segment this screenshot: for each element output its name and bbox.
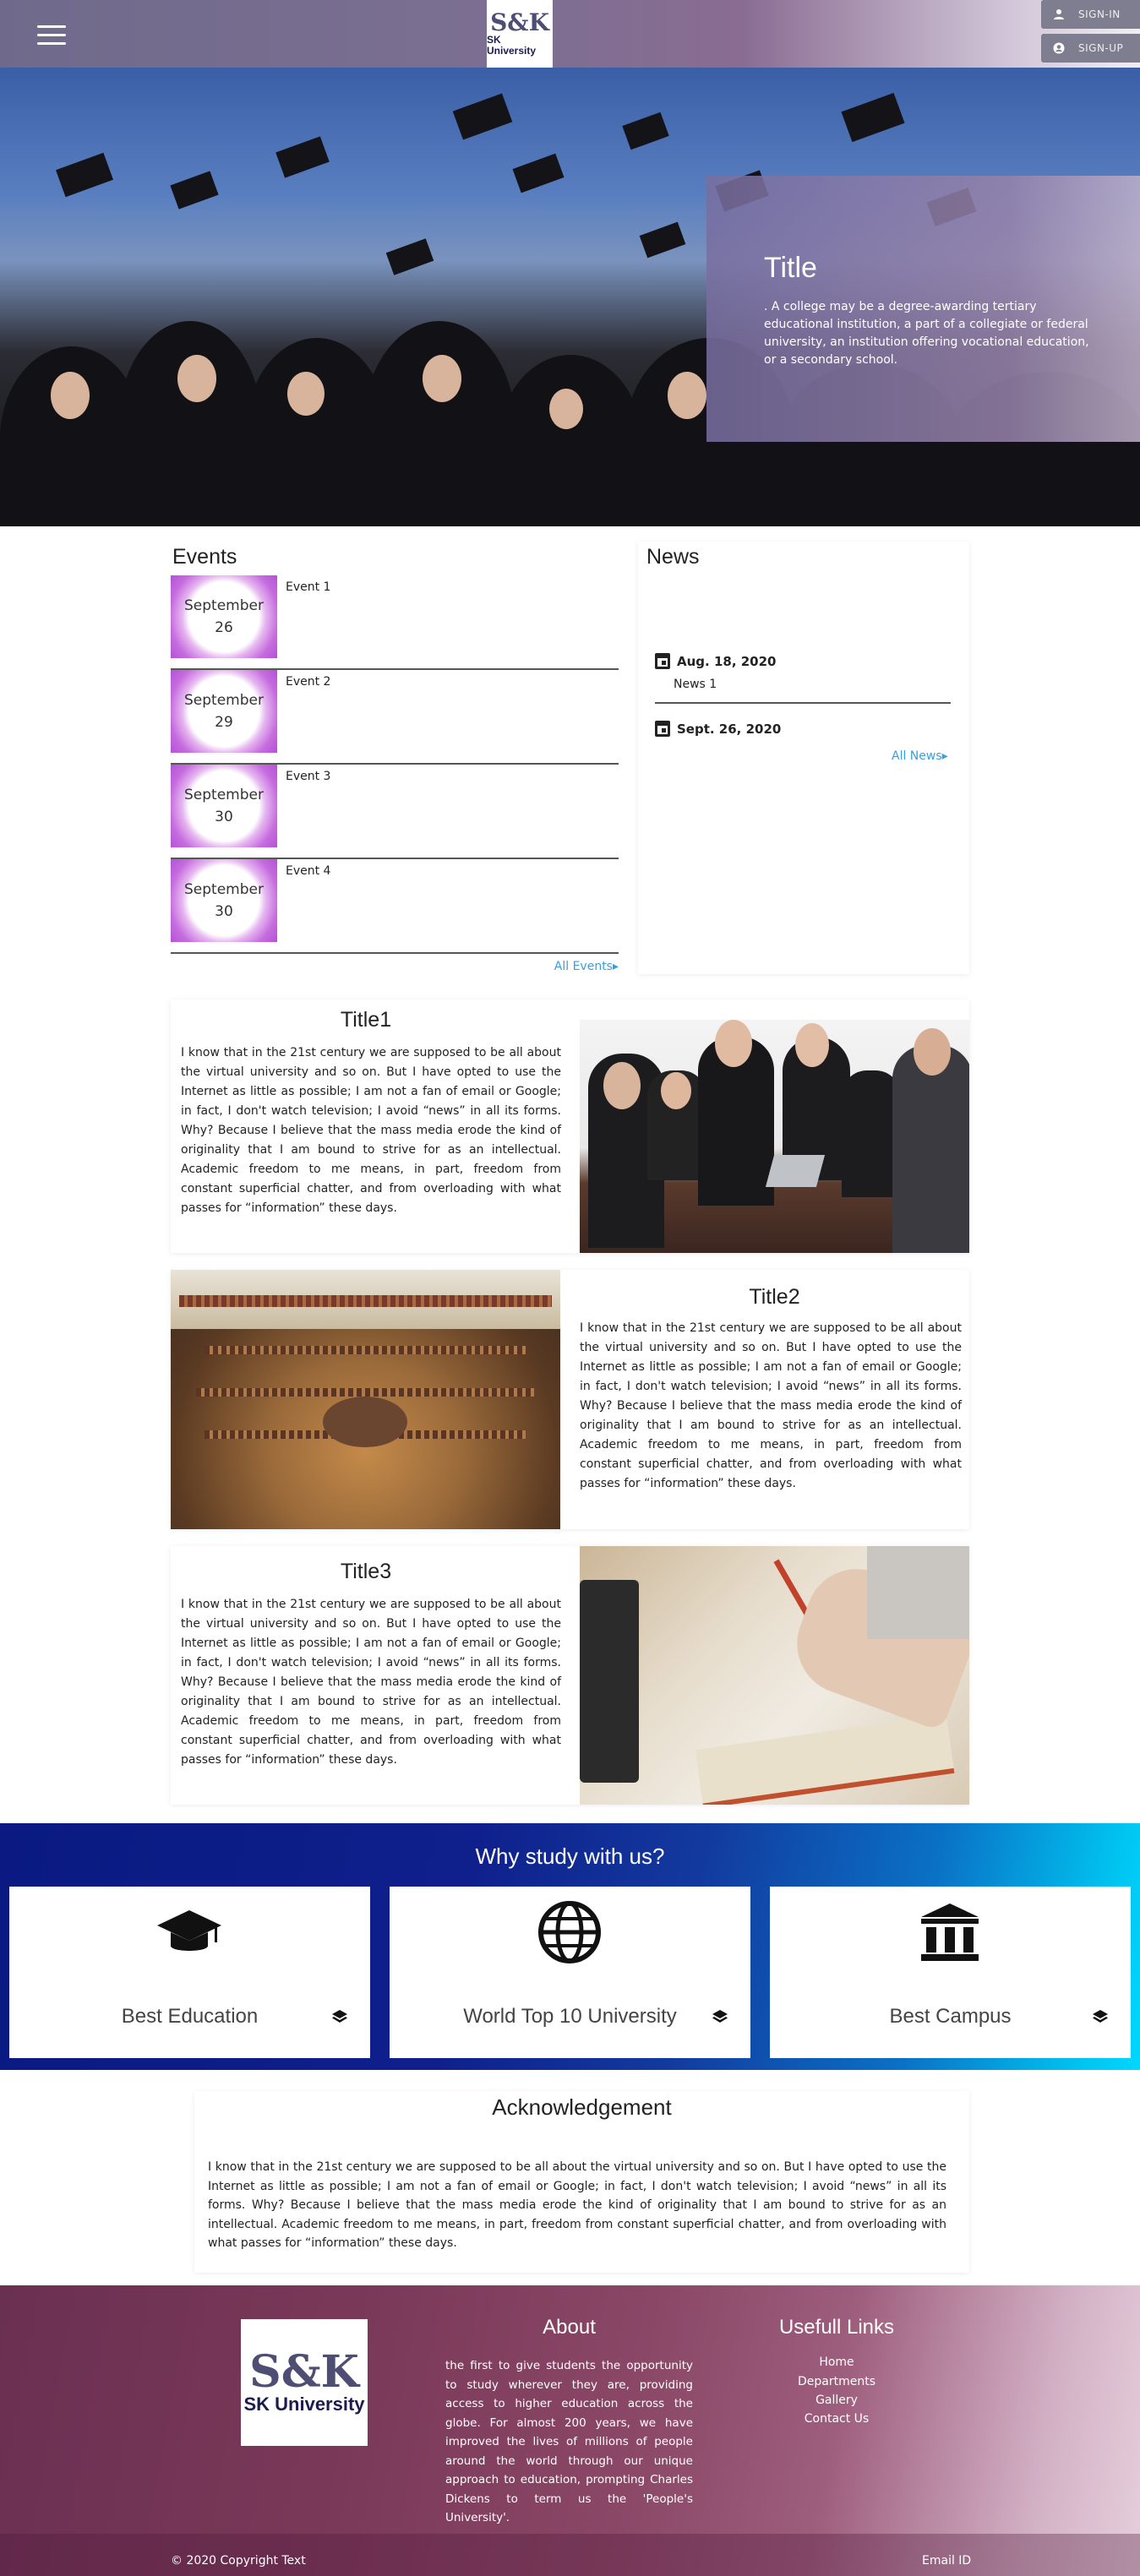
feature-card-3: Title3 I know that in the 21st century w…	[171, 1546, 969, 1805]
news-heading: News	[646, 545, 700, 569]
footer-logo: S&K SK University	[241, 2319, 368, 2446]
hero-text: . A college may be a degree-awarding ter…	[764, 300, 1089, 367]
event-date: September 30	[171, 859, 277, 942]
writing-notebook-photo	[580, 1546, 969, 1805]
logo-name: SK University	[487, 34, 537, 57]
institution-icon	[921, 1903, 979, 1961]
business-meeting-photo	[580, 1020, 969, 1253]
why-card-label: World Top 10 University	[463, 2005, 677, 2028]
news-title: News 1	[674, 678, 717, 691]
layers-icon	[712, 2010, 728, 2023]
sign-in-label: SIGN-IN	[1078, 8, 1121, 20]
event-name: Event 2	[286, 675, 331, 689]
news-date: Aug. 18, 2020	[655, 653, 951, 669]
event-item[interactable]: September 29 Event 2	[171, 670, 619, 765]
why-card-top-university[interactable]: World Top 10 University	[390, 1887, 750, 2058]
feature-title: Title1	[340, 1008, 392, 1032]
account-circle-icon	[1053, 42, 1065, 54]
hero-title: Title	[764, 252, 817, 284]
layers-icon	[1093, 2010, 1108, 2023]
feature-text: I know that in the 21st century we are s…	[181, 1598, 561, 1767]
all-events-link[interactable]: All Events▸	[554, 960, 619, 973]
layers-icon	[332, 2010, 347, 2023]
feature-card-1: Title1 I know that in the 21st century w…	[171, 999, 969, 1253]
sign-in-button[interactable]: SIGN-IN	[1041, 0, 1140, 29]
site-logo[interactable]: S&K SK University	[487, 0, 553, 68]
event-name: Event 3	[286, 770, 331, 783]
feature-text: I know that in the 21st century we are s…	[181, 1046, 561, 1215]
news-panel: News Aug. 18, 2020 News 1 Sept. 26, 2020…	[638, 542, 969, 974]
footer-link-departments[interactable]: Departments	[752, 2375, 921, 2388]
user-icon	[1053, 8, 1065, 20]
news-item[interactable]: Sept. 26, 2020	[655, 721, 951, 737]
sign-up-label: SIGN-UP	[1078, 42, 1124, 54]
graduation-cap-icon	[157, 1910, 221, 1951]
site-footer: S&K SK University About the first to giv…	[0, 2285, 1140, 2576]
hero-banner: Title . A college may be a degree-awardi…	[0, 68, 1140, 526]
calendar-icon	[655, 653, 670, 669]
copyright-text: © 2020 Copyright Text	[171, 2554, 306, 2568]
news-date: Sept. 26, 2020	[655, 721, 951, 737]
menu-icon[interactable]	[37, 25, 66, 47]
feature-card-2: Title2 I know that in the 21st century w…	[171, 1270, 969, 1529]
event-name: Event 1	[286, 580, 331, 594]
feature-title: Title2	[749, 1285, 800, 1309]
ack-text: I know that in the 21st century we are s…	[208, 2160, 946, 2250]
why-card-best-campus[interactable]: Best Campus	[770, 1887, 1131, 2058]
why-study-section: Why study with us? Best Education World …	[0, 1823, 1140, 2070]
footer-link-home[interactable]: Home	[752, 2355, 921, 2369]
footer-link-contact[interactable]: Contact Us	[752, 2412, 921, 2426]
events-panel: Events September 26 Event 1 September 29 E…	[171, 542, 622, 981]
why-card-label: Best Campus	[889, 2005, 1012, 2028]
about-heading: About	[543, 2316, 596, 2339]
acknowledgement-panel: Acknowledgement I know that in the 21st …	[194, 2091, 969, 2273]
footer-logo-name: SK University	[243, 2394, 365, 2415]
hero-caption-card: Title . A college may be a degree-awardi…	[706, 176, 1140, 442]
event-date: September 26	[171, 575, 277, 658]
sign-up-button[interactable]: SIGN-UP	[1041, 34, 1140, 63]
event-date: September 30	[171, 765, 277, 847]
links-heading: Usefull Links	[778, 2316, 895, 2339]
footer-logo-monogram: S&K	[249, 2346, 359, 2398]
about-text: the first to give students the opportuni…	[445, 2359, 693, 2524]
why-card-label: Best Education	[121, 2005, 259, 2028]
why-heading: Why study with us?	[475, 1844, 665, 1869]
event-item[interactable]: September 30 Event 4	[171, 859, 619, 954]
event-date: September 29	[171, 670, 277, 753]
logo-monogram: S&K	[490, 8, 549, 36]
events-heading: Events	[172, 545, 237, 569]
feature-title: Title3	[340, 1560, 392, 1583]
calendar-icon	[655, 721, 670, 737]
news-item[interactable]: Aug. 18, 2020 News 1	[655, 653, 951, 704]
footer-link-gallery[interactable]: Gallery	[752, 2394, 921, 2407]
ack-heading: Acknowledgement	[492, 2094, 672, 2120]
feature-text: I know that in the 21st century we are s…	[580, 1321, 962, 1490]
event-item[interactable]: September 26 Event 1	[171, 575, 619, 670]
all-news-link[interactable]: All News▸	[892, 749, 948, 763]
top-navbar: S&K SK University SIGN-IN SIGN-UP	[0, 0, 1140, 68]
library-photo	[171, 1270, 560, 1529]
event-name: Event 4	[286, 864, 331, 878]
email-link[interactable]: Email ID	[922, 2554, 971, 2568]
event-item[interactable]: September 30 Event 3	[171, 765, 619, 859]
why-card-best-education[interactable]: Best Education	[9, 1887, 370, 2058]
globe-icon	[538, 1901, 601, 1963]
